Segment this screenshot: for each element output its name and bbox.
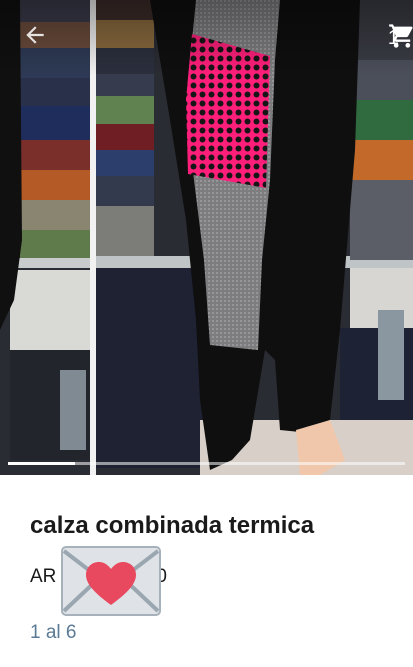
top-bar [0,0,413,76]
shopping-cart-icon [389,24,413,48]
back-button[interactable] [22,22,54,54]
love-letter-envelope-icon [61,546,161,616]
image-counter: 1 al 6 [30,622,77,643]
gallery-progress-fill [8,462,76,465]
product-title: calza combinada termica [30,512,315,539]
product-photo[interactable]: 1 [0,0,413,475]
love-letter-button[interactable] [60,545,162,617]
gallery-progress-track [8,462,405,465]
arrow-back-icon [26,26,44,44]
cart-button[interactable]: 1 [388,22,413,54]
price-prefix: AR [30,566,57,587]
